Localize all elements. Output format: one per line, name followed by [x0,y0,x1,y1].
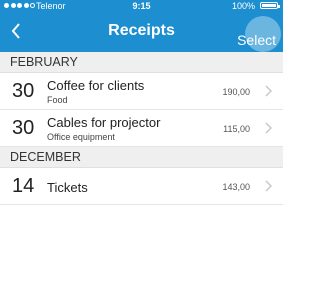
battery-percentage: 100% [231,1,255,11]
navigation-bar: Receipts Select [0,12,283,52]
receipt-row[interactable]: 30 Coffee for clients Food 190,00 [0,73,283,110]
receipt-amount: 115,00 [223,124,250,134]
status-bar: Telenor 9:15 100% [0,0,283,12]
receipt-amount: 143,00 [222,182,250,192]
chevron-right-icon [265,85,272,97]
receipt-day: 30 [12,80,35,102]
select-button[interactable]: Select [237,32,276,48]
chevron-right-icon [265,122,272,134]
receipt-row[interactable]: 30 Cables for projector Office equipment… [0,110,283,147]
receipt-amount: 190,00 [222,87,250,97]
top-bar: Telenor 9:15 100% Receipts Select [0,0,283,52]
receipt-day: 30 [12,117,35,139]
section-header-february: FEBRUARY [0,52,283,73]
receipt-row[interactable]: 14 Tickets 143,00 [0,168,283,205]
receipt-title: Coffee for clients [47,78,145,93]
receipts-list: FEBRUARY 30 Coffee for clients Food 190,… [0,52,283,205]
receipt-category: Office equipment [47,132,115,142]
receipt-title: Cables for projector [47,115,161,130]
receipt-category: Food [47,95,68,105]
receipt-title: Tickets [47,180,88,195]
battery-icon [260,2,280,9]
chevron-right-icon [265,180,272,192]
section-header-december: DECEMBER [0,147,283,168]
receipt-day: 14 [12,175,35,197]
